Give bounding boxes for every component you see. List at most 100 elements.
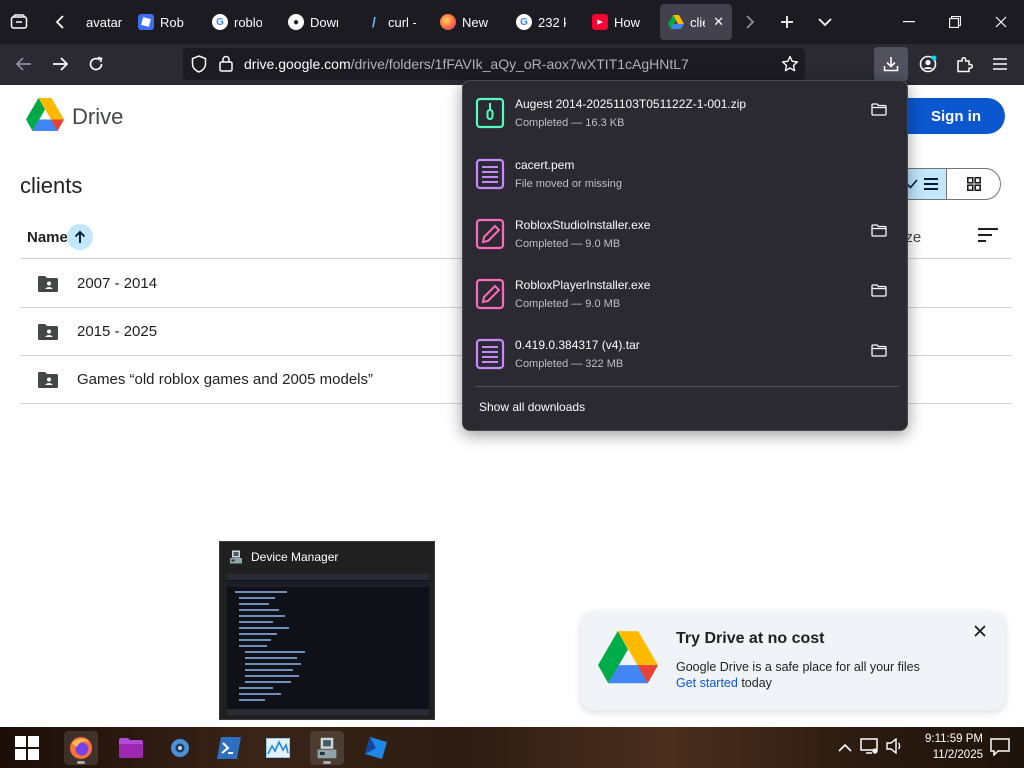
taskbar-firefox[interactable] bbox=[64, 731, 98, 765]
tab-roblox-search[interactable]: G roblox bbox=[204, 4, 270, 40]
tab-how-to[interactable]: ▶ How t bbox=[584, 4, 650, 40]
folder-name: Games “old roblox games and 2005 models” bbox=[77, 371, 373, 388]
grid-view-button[interactable] bbox=[947, 169, 1000, 199]
device-manager-icon bbox=[317, 737, 337, 759]
sort-options-button[interactable] bbox=[978, 228, 998, 247]
menu-button[interactable] bbox=[982, 46, 1018, 82]
close-tab-icon[interactable]: ✕ bbox=[713, 14, 724, 30]
download-item[interactable]: RobloxStudioInstaller.exe Completed — 9.… bbox=[467, 210, 903, 266]
folder-name: 2015 - 2025 bbox=[77, 323, 158, 340]
download-filename: Augest 2014-20251103T051122Z-1-001.zip bbox=[515, 97, 747, 111]
taskbar-file-explorer[interactable] bbox=[114, 731, 148, 765]
firefox-view-button[interactable] bbox=[0, 0, 38, 44]
list-view-icon bbox=[924, 178, 938, 190]
new-tab-button[interactable] bbox=[768, 0, 806, 44]
tab-roblox[interactable]: Roblox bbox=[130, 4, 192, 40]
github-favicon: ● bbox=[288, 14, 304, 30]
lock-icon[interactable] bbox=[219, 55, 233, 75]
roblox-favicon bbox=[138, 14, 154, 30]
close-window-button[interactable] bbox=[978, 0, 1024, 44]
notifications-button[interactable] bbox=[990, 738, 1010, 761]
list-all-tabs-button[interactable] bbox=[806, 0, 844, 44]
drive-logo bbox=[598, 631, 658, 690]
close-icon bbox=[974, 625, 986, 637]
taskbar-device-manager[interactable] bbox=[310, 731, 344, 765]
notification-icon bbox=[990, 738, 1010, 757]
try-drive-title: Try Drive at no cost bbox=[676, 630, 825, 647]
restore-button[interactable] bbox=[932, 0, 978, 44]
start-button[interactable] bbox=[10, 731, 44, 765]
exe-file-icon bbox=[475, 278, 505, 315]
downloads-panel: Augest 2014-20251103T051122Z-1-001.zip C… bbox=[462, 80, 908, 431]
download-filename: RobloxStudioInstaller.exe bbox=[515, 218, 651, 232]
download-filename: cacert.pem bbox=[515, 158, 575, 172]
firefox-favicon bbox=[440, 14, 456, 30]
sort-direction-button[interactable] bbox=[67, 224, 93, 250]
system-tray bbox=[838, 727, 904, 768]
speaker-icon[interactable] bbox=[886, 737, 904, 757]
download-item[interactable]: cacert.pem File moved or missing bbox=[467, 150, 903, 206]
roblox-studio-icon bbox=[365, 737, 387, 759]
drive-logo[interactable] bbox=[26, 98, 64, 137]
taskbar-settings[interactable] bbox=[163, 731, 197, 765]
account-button[interactable] bbox=[910, 46, 946, 82]
show-in-folder-icon[interactable] bbox=[871, 344, 887, 362]
tab-download[interactable]: ● Downl bbox=[280, 4, 346, 40]
download-item[interactable]: Augest 2014-20251103T051122Z-1-001.zip C… bbox=[467, 89, 903, 145]
device-manager-title: Device Manager bbox=[251, 550, 339, 564]
show-in-folder-icon[interactable] bbox=[871, 284, 887, 302]
shield-icon[interactable] bbox=[191, 55, 207, 76]
tab-curl[interactable]: / curl - bbox=[358, 4, 424, 40]
tab-label: 232 kl bbox=[538, 14, 566, 30]
drive-app-name: Drive bbox=[72, 104, 124, 129]
tab-clients[interactable]: clie ✕ bbox=[660, 4, 732, 40]
monitor-graph-icon bbox=[266, 738, 290, 758]
navigation-toolbar: drive.google.com/drive/folders/1fFAVIk_a… bbox=[0, 44, 1024, 85]
device-manager-preview[interactable]: Device Manager bbox=[219, 541, 435, 720]
minimize-icon bbox=[903, 21, 915, 23]
minimize-button[interactable] bbox=[886, 0, 932, 44]
taskbar-resource-monitor[interactable] bbox=[261, 731, 295, 765]
download-item[interactable]: RobloxPlayerInstaller.exe Completed — 9.… bbox=[467, 270, 903, 326]
download-item[interactable]: 0.419.0.384317 (v4).tar Completed — 322 … bbox=[467, 330, 903, 386]
close-card-button[interactable] bbox=[974, 624, 986, 642]
plus-icon bbox=[781, 16, 793, 28]
show-all-downloads-link[interactable]: Show all downloads bbox=[479, 400, 585, 414]
text-file-icon bbox=[475, 158, 505, 195]
taskbar-powershell[interactable] bbox=[212, 731, 246, 765]
name-column-header[interactable]: Name bbox=[27, 229, 68, 246]
reload-button[interactable] bbox=[78, 46, 114, 82]
downloads-button[interactable] bbox=[874, 47, 908, 81]
tab-scroll-right-button[interactable] bbox=[732, 0, 768, 44]
forward-button[interactable] bbox=[42, 46, 78, 82]
get-started-link[interactable]: Get started bbox=[676, 676, 738, 690]
tab-label: Roblox bbox=[160, 14, 184, 30]
display-icon[interactable] bbox=[860, 738, 878, 757]
chevron-up-icon[interactable] bbox=[838, 740, 852, 756]
tab-new-tab[interactable]: New T bbox=[432, 4, 498, 40]
restore-icon bbox=[949, 16, 961, 28]
url-bar[interactable]: drive.google.com/drive/folders/1fFAVIk_a… bbox=[183, 48, 805, 80]
tab-avatar[interactable]: avatar bbox=[78, 4, 130, 40]
show-in-folder-icon[interactable] bbox=[871, 224, 887, 242]
device-manager-thumbnail bbox=[227, 574, 429, 715]
close-icon bbox=[995, 16, 1007, 28]
youtube-favicon: ▶ bbox=[592, 14, 608, 30]
tab-label: Downl bbox=[310, 14, 338, 30]
back-button[interactable] bbox=[6, 46, 42, 82]
download-icon bbox=[883, 57, 899, 72]
tab-232kl[interactable]: G 232 kl bbox=[508, 4, 574, 40]
tab-scroll-left-button[interactable] bbox=[42, 0, 78, 44]
powershell-icon bbox=[217, 737, 241, 759]
taskbar-roblox-studio[interactable] bbox=[359, 731, 393, 765]
taskbar-clock[interactable]: 9:11:59 PM 11/2/2025 bbox=[905, 731, 983, 763]
show-in-folder-icon[interactable] bbox=[871, 103, 887, 121]
download-status: Completed — 9.0 MB bbox=[515, 238, 621, 250]
bookmark-star-icon[interactable] bbox=[781, 55, 799, 76]
sign-in-button[interactable]: Sign in bbox=[907, 98, 1005, 134]
exe-file-icon bbox=[475, 218, 505, 255]
extensions-button[interactable] bbox=[946, 46, 982, 82]
tab-label: roblox bbox=[234, 14, 262, 30]
clock-date: 11/2/2025 bbox=[932, 749, 983, 761]
browser-tab-bar: avatar Roblox G roblox ● Downl / curl - … bbox=[0, 0, 1024, 44]
